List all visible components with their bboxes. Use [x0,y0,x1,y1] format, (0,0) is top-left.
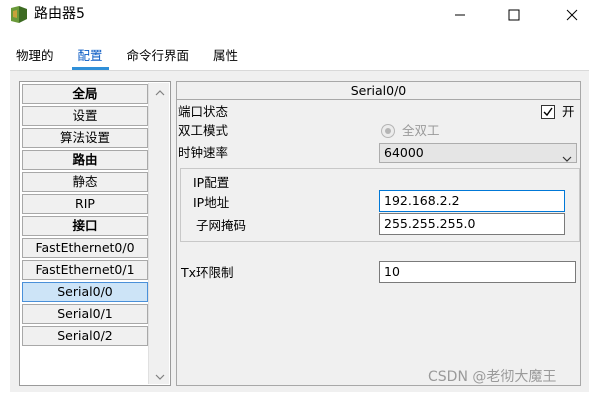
nav-item-algorithm-settings[interactable]: 算法设置 [22,128,148,148]
ip-address-value: 192.168.2.2 [384,193,460,208]
scroll-down-button[interactable] [149,367,170,384]
nav-header-interface: 接口 [22,216,148,236]
ip-address-input[interactable]: 192.168.2.2 [379,190,565,212]
minimize-icon [454,9,466,21]
maximize-button[interactable] [491,0,537,30]
title-bar: 路由器5 [0,0,599,30]
subnet-mask-input[interactable]: 255.255.255.0 [379,213,565,235]
interface-config-panel: Serial0/0 端口状态 开 双工模式 全双工 时钟速率 64000 IP配… [176,81,581,386]
nav-item-fastethernet0-0[interactable]: FastEthernet0/0 [22,238,148,258]
tx-ring-value: 10 [384,264,400,279]
nav-header-global: 全局 [22,84,148,104]
port-status-checkbox[interactable] [541,105,555,119]
nav-item-fastethernet0-1[interactable]: FastEthernet0/1 [22,260,148,280]
nav-item-rip[interactable]: RIP [22,194,148,214]
minimize-button[interactable] [437,0,483,30]
close-icon [566,9,578,21]
nav-items: 全局 设置 算法设置 路由 静态 RIP 接口 FastEthernet0/0 … [22,84,148,348]
duplex-label: 双工模式 [178,123,229,138]
tx-ring-label: Tx环限制 [181,265,234,280]
nav-item-settings[interactable]: 设置 [22,106,148,126]
config-nav-list: 全局 设置 算法设置 路由 静态 RIP 接口 FastEthernet0/0 … [19,81,171,386]
checkmark-icon [543,107,553,117]
port-status-on-label: 开 [562,104,575,119]
nav-item-serial0-1[interactable]: Serial0/1 [22,304,148,324]
chevron-down-icon [155,369,165,383]
port-status-label: 端口状态 [178,104,229,119]
subnet-mask-value: 255.255.255.0 [384,216,476,231]
tab-cli[interactable]: 命令行界面 [121,44,196,70]
clock-rate-label: 时钟速率 [178,145,229,160]
nav-scrollbar[interactable] [148,83,169,384]
nav-item-static[interactable]: 静态 [22,172,148,192]
subnet-mask-label: 子网掩码 [196,218,247,233]
clock-rate-select[interactable]: 64000 [379,143,577,163]
tab-physical[interactable]: 物理的 [10,44,60,70]
nav-item-serial0-2[interactable]: Serial0/2 [22,326,148,346]
ip-config-group: IP配置 IP地址 192.168.2.2 子网掩码 255.255.255.0 [180,168,580,242]
router-icon [9,5,29,25]
watermark: CSDN @老彻大魔王 [428,369,557,385]
ip-address-label: IP地址 [193,195,230,210]
ip-config-label: IP配置 [193,175,230,190]
duplex-full-label: 全双工 [402,123,440,138]
clock-rate-value: 64000 [384,145,424,160]
chevron-down-icon [562,149,572,167]
interface-header: Serial0/0 [177,82,580,100]
tab-attributes[interactable]: 属性 [207,44,244,70]
close-button[interactable] [549,0,595,30]
duplex-full-radio[interactable] [381,124,395,138]
maximize-icon [508,9,520,21]
tab-config[interactable]: 配置 [71,44,109,70]
nav-item-serial0-0[interactable]: Serial0/0 [22,282,148,302]
tab-bar: 物理的 配置 命令行界面 属性 [10,44,256,70]
scroll-up-button[interactable] [149,83,170,100]
chevron-up-icon [155,85,165,99]
window-title: 路由器5 [34,6,85,22]
tx-ring-input[interactable]: 10 [379,261,576,283]
nav-header-routing: 路由 [22,150,148,170]
